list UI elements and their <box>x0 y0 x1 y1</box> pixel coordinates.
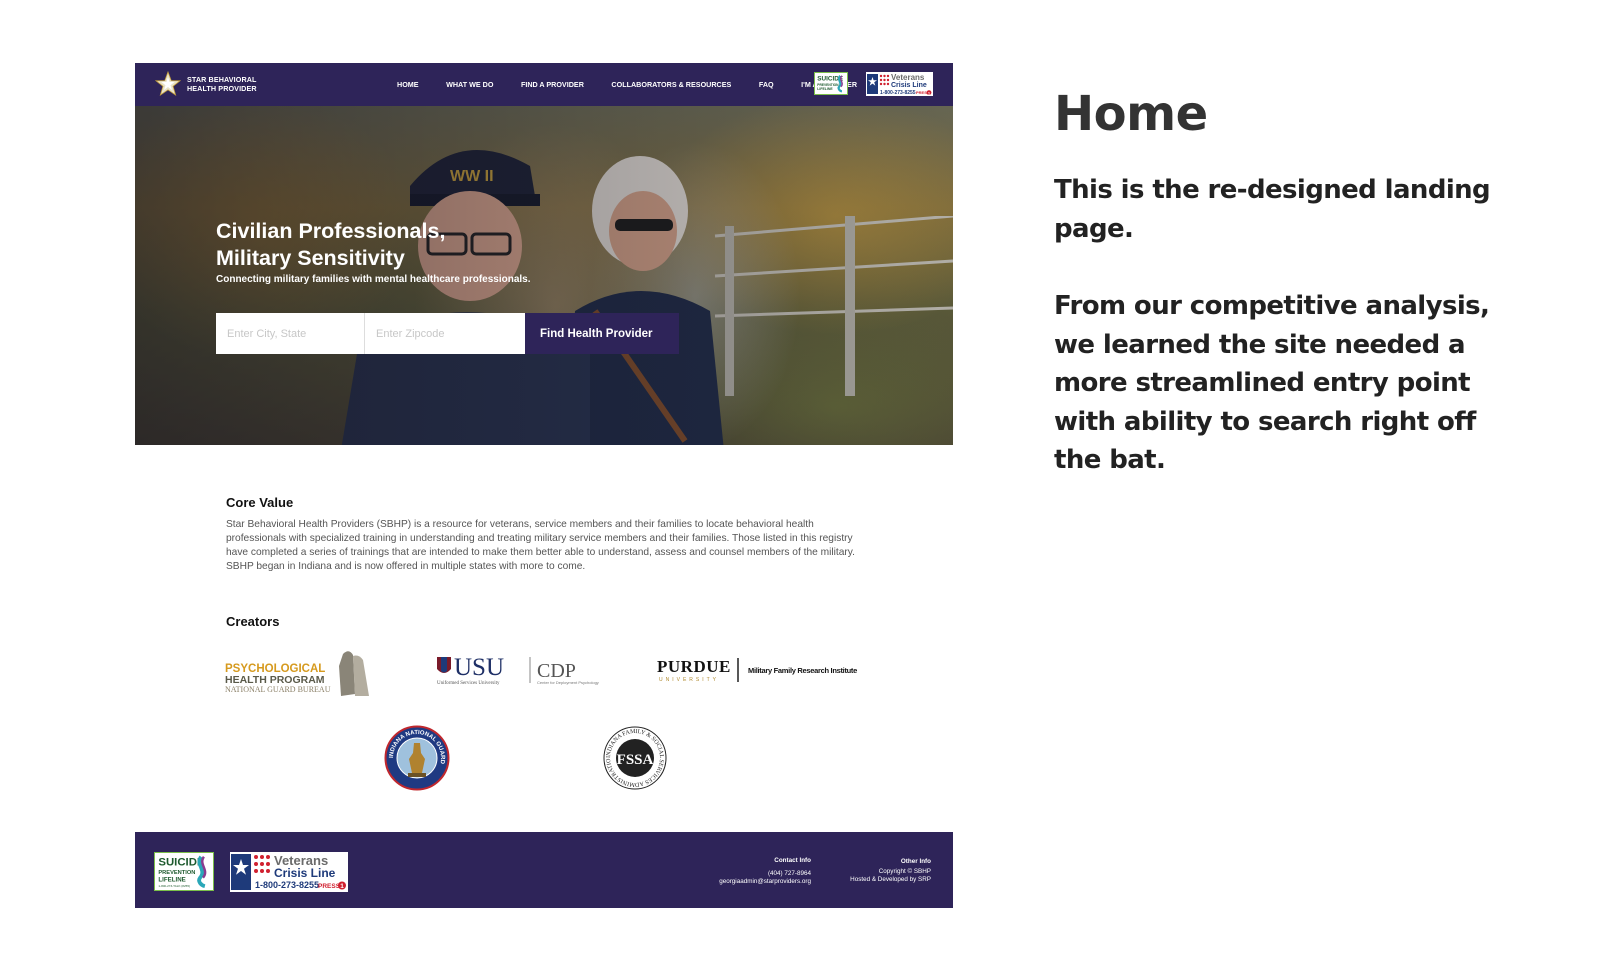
core-value-heading: Core Value <box>226 495 294 510</box>
hero-title-line1: Civilian Professionals, <box>216 219 446 243</box>
svg-text:Crisis Line: Crisis Line <box>274 866 336 880</box>
svg-text:Uniformed Services University: Uniformed Services University <box>437 681 500 686</box>
svg-text:FSSA: FSSA <box>617 752 654 768</box>
site-header: STAR BEHAVIORAL HEALTH PROVIDER HOME WHA… <box>135 63 953 106</box>
copyright-text: Copyright © SBHP <box>878 868 931 876</box>
svg-text:1-800-273-TALK (8255): 1-800-273-TALK (8255) <box>158 884 190 888</box>
hero-title-line2: Military Sensitivity <box>216 246 405 270</box>
description-paragraph-1: This is the re-designed landing page. <box>1054 175 1491 244</box>
nav-find-a-provider[interactable]: FIND A PROVIDER <box>521 80 584 89</box>
brand-logo[interactable]: STAR BEHAVIORAL HEALTH PROVIDER <box>155 71 257 97</box>
suicide-lifeline-logo[interactable]: SUICIDE PREVENTION LIFELINE <box>814 72 848 95</box>
other-info-title: Other Info <box>900 858 931 865</box>
core-value-text: Star Behavioral Health Providers (SBHP) … <box>226 519 855 572</box>
hero-section: WW II Civilian Professionals, Military S… <box>135 106 953 445</box>
nav-collaborators-resources[interactable]: COLLABORATORS & RESOURCES <box>611 80 731 89</box>
svg-text:1: 1 <box>340 883 344 890</box>
svg-text:PRESS: PRESS <box>318 883 341 890</box>
veterans-crisis-line-logo[interactable]: Veterans Crisis Line 1-800-273-8255 PRES… <box>866 72 933 96</box>
svg-text:CDP: CDP <box>537 660 576 682</box>
footer-contact-info: Contact Info (404) 727-8964 georgiaadmin… <box>719 857 811 887</box>
zipcode-input[interactable] <box>365 313 525 354</box>
fssa-seal[interactable]: INDIANA FAMILY & SOCIAL SERVICES ADMINIS… <box>602 725 668 791</box>
star-icon <box>155 71 181 96</box>
find-health-provider-button[interactable]: Find Health Provider <box>525 313 679 354</box>
nav-faq[interactable]: FAQ <box>759 80 774 89</box>
contact-phone[interactable]: (404) 727-8964 <box>719 870 811 878</box>
description-paragraph-2: From our competitive analysis, we learne… <box>1054 291 1490 475</box>
provider-search-form: Find Health Provider <box>216 313 679 354</box>
site-mockup: STAR BEHAVIORAL HEALTH PROVIDER HOME WHA… <box>135 63 953 908</box>
nav-home[interactable]: HOME <box>397 80 419 89</box>
hero-subtitle: Connecting military families with mental… <box>216 274 531 285</box>
creators-heading: Creators <box>226 614 280 629</box>
brand-name: STAR BEHAVIORAL HEALTH PROVIDER <box>187 75 257 93</box>
main-nav: HOME WHAT WE DO FIND A PROVIDER COLLABOR… <box>397 63 857 106</box>
psychological-health-program-logo[interactable]: PSYCHOLOGICAL HEALTH PROGRAM NATIONAL GU… <box>225 646 375 698</box>
suicide-lifeline-footer-logo[interactable]: SUICIDE PREVENTION LIFELINE 1-800-273-TA… <box>154 852 214 891</box>
svg-text:USU: USU <box>454 654 504 681</box>
veterans-crisis-line-footer-logo[interactable]: Veterans Crisis Line 1-800-273-8255 PRES… <box>230 852 348 892</box>
brand-line1: STAR BEHAVIORAL <box>187 75 257 84</box>
svg-text:Crisis Line: Crisis Line <box>891 82 927 89</box>
page-title: Home <box>1054 86 1208 142</box>
svg-text:UNIVERSITY: UNIVERSITY <box>659 677 719 683</box>
brand-line2: HEALTH PROVIDER <box>187 84 257 93</box>
svg-text:1-800-273-8255: 1-800-273-8255 <box>255 880 319 890</box>
usu-cdp-logo[interactable]: USU Uniformed Services University CDP Ce… <box>437 653 617 687</box>
hero-title: Civilian Professionals, Military Sensiti… <box>216 218 516 272</box>
svg-text:NATIONAL GUARD BUREAU: NATIONAL GUARD BUREAU <box>225 685 331 694</box>
svg-text:Center for Deployment Psycholo: Center for Deployment Psychology <box>537 680 599 685</box>
footer-other-info: Other Info Copyright © SBHP Hosted & Dev… <box>850 858 931 885</box>
city-state-input[interactable] <box>216 313 365 354</box>
svg-text:Military Family Research Insti: Military Family Research Institute <box>748 666 857 675</box>
svg-text:Veterans: Veterans <box>891 73 925 82</box>
nav-what-we-do[interactable]: WHAT WE DO <box>446 80 493 89</box>
svg-text:LIFELINE: LIFELINE <box>158 876 185 883</box>
contact-email[interactable]: georgiaadmin@starproviders.org <box>719 878 811 886</box>
contact-info-title: Contact Info <box>774 857 811 864</box>
svg-text:PREVENTION: PREVENTION <box>158 870 195 876</box>
hosted-by-text: Hosted & Developed by SRP <box>850 876 931 884</box>
site-footer: SUICIDE PREVENTION LIFELINE 1-800-273-TA… <box>135 832 953 908</box>
purdue-mfri-logo[interactable]: PURDUE UNIVERSITY Military Family Resear… <box>657 656 862 684</box>
svg-text:PURDUE: PURDUE <box>657 657 731 676</box>
svg-text:LIFELINE: LIFELINE <box>817 87 833 91</box>
svg-text:1-800-273-8255: 1-800-273-8255 <box>880 90 916 96</box>
indiana-national-guard-seal[interactable]: INDIANA NATIONAL GUARD <box>384 725 450 791</box>
